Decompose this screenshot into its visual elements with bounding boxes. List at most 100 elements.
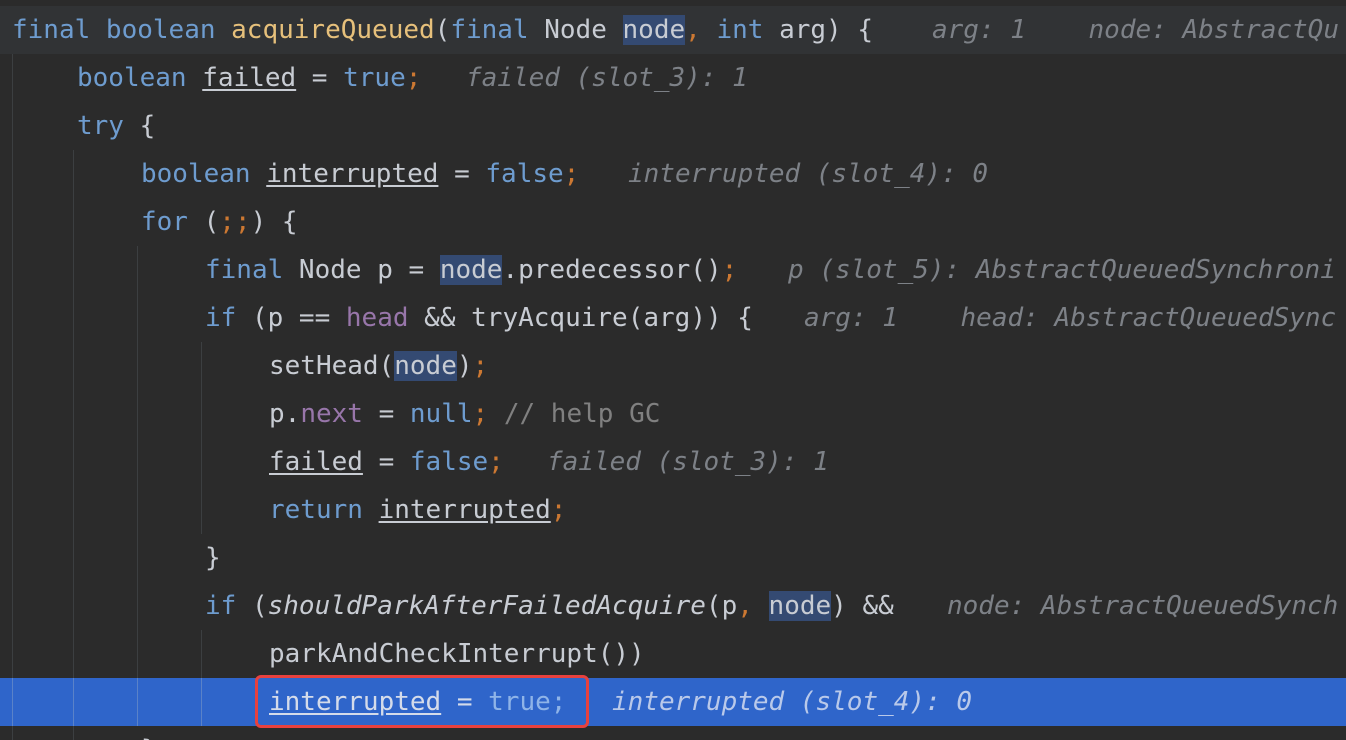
inline-debug-value-hint: p (slot_5): AbstractQueuedSynchroni xyxy=(788,255,1336,285)
code-token: = xyxy=(296,63,344,93)
code-line[interactable]: if (p == head && tryAcquire(arg)) {arg: … xyxy=(0,294,1346,342)
inline-debug-value-hint: interrupted (slot_4): 0 xyxy=(628,159,989,189)
indent-guide xyxy=(12,390,13,438)
indent-guide xyxy=(73,678,74,726)
code-text[interactable]: return interrupted; xyxy=(269,486,566,534)
code-editor[interactable]: final boolean acquireQueued(final Node n… xyxy=(0,0,1346,740)
code-text[interactable]: failed = false; xyxy=(269,438,504,486)
code-token: shouldParkAfterFailedAcquire xyxy=(267,591,706,621)
code-token: boolean xyxy=(105,15,232,45)
code-token: node xyxy=(394,351,457,381)
code-token: Node xyxy=(298,255,378,285)
code-token: ) { xyxy=(826,15,874,45)
code-line[interactable]: p.next = null; // help GC xyxy=(0,390,1346,438)
inline-debug-value-hint: arg: 1 node: AbstractQu xyxy=(932,15,1339,45)
inline-debug-value-hint: interrupted (slot_4): 0 xyxy=(612,687,973,717)
code-token: ;; xyxy=(219,207,251,237)
code-line[interactable]: boolean failed = true; failed (slot_3): 1 xyxy=(0,54,1346,102)
code-token: , xyxy=(685,15,717,45)
indent-guide xyxy=(12,150,13,198)
code-token: arg xyxy=(643,303,691,333)
code-token: ( xyxy=(251,591,268,621)
code-line[interactable]: final boolean acquireQueued(final Node n… xyxy=(0,6,1346,54)
code-token: next xyxy=(300,399,363,429)
code-token: false xyxy=(409,447,489,477)
code-token: , xyxy=(737,591,769,621)
code-line[interactable]: for (;;) { xyxy=(0,198,1346,246)
code-token: ; xyxy=(721,255,738,285)
code-text[interactable]: final boolean acquireQueued(final Node n… xyxy=(12,6,873,54)
code-text[interactable]: try { xyxy=(77,102,155,150)
code-line[interactable]: setHead(node); xyxy=(0,342,1346,390)
code-token: node xyxy=(622,15,686,45)
code-token: = xyxy=(438,159,486,189)
current-execution-line[interactable]: interrupted = true; interrupted (slot_4):… xyxy=(0,678,1346,726)
indent-guide xyxy=(137,582,138,630)
code-token: = xyxy=(392,255,440,285)
indent-guide xyxy=(137,342,138,390)
indent-guide xyxy=(12,438,13,486)
code-text[interactable]: setHead(node); xyxy=(269,342,488,390)
code-token: true xyxy=(488,687,551,717)
code-token: } xyxy=(205,543,221,573)
code-text[interactable]: boolean failed = true; xyxy=(77,54,421,102)
indent-guide xyxy=(12,342,13,390)
indent-guide xyxy=(137,390,138,438)
code-token: . xyxy=(284,399,301,429)
indent-guide xyxy=(73,342,74,390)
code-token: head xyxy=(345,303,409,333)
code-line[interactable]: failed = false; failed (slot_3): 1 xyxy=(0,438,1346,486)
indent-guide xyxy=(12,198,13,246)
code-token: ()) xyxy=(597,639,645,669)
indent-guide xyxy=(12,294,13,342)
code-text[interactable]: parkAndCheckInterrupt()) xyxy=(269,630,645,678)
code-text[interactable]: } xyxy=(141,726,157,740)
code-token: ( xyxy=(705,591,722,621)
indent-guide xyxy=(12,630,13,678)
code-text[interactable]: for (;;) { xyxy=(141,198,298,246)
code-line[interactable]: } xyxy=(0,726,1346,740)
code-text[interactable]: if (p == head && tryAcquire(arg)) { xyxy=(205,294,753,342)
code-token: if xyxy=(205,303,252,333)
code-token: ; xyxy=(472,399,489,429)
code-text[interactable]: p.next = null; // help GC xyxy=(269,390,660,438)
code-token: interrupted xyxy=(378,495,551,525)
indent-guide xyxy=(73,534,74,582)
code-token: ; xyxy=(488,447,504,477)
code-token: = xyxy=(362,447,410,477)
code-text[interactable]: if (shouldParkAfterFailedAcquire(p, node… xyxy=(205,582,894,630)
code-token: = xyxy=(441,687,489,717)
code-line[interactable]: boolean interrupted = false; interrupted … xyxy=(0,150,1346,198)
code-token: node xyxy=(439,255,503,285)
code-token: p xyxy=(377,255,393,285)
code-line[interactable]: try { xyxy=(0,102,1346,150)
code-token: int xyxy=(716,15,780,45)
indent-guide xyxy=(12,102,13,150)
code-line[interactable]: } xyxy=(0,534,1346,582)
code-token: predecessor xyxy=(518,255,691,285)
code-token: ; xyxy=(405,63,422,93)
code-token: = xyxy=(362,399,410,429)
code-token: ( xyxy=(378,351,395,381)
indent-guide xyxy=(73,486,74,534)
code-token: ( xyxy=(434,15,451,45)
code-token: try xyxy=(77,111,140,141)
code-text[interactable]: boolean interrupted = false; xyxy=(141,150,579,198)
code-line[interactable]: final Node p = node.predecessor(); p (slo… xyxy=(0,246,1346,294)
inline-debug-value-hint: node: AbstractQueuedSynch xyxy=(947,591,1339,621)
code-line[interactable]: return interrupted; xyxy=(0,486,1346,534)
code-text[interactable]: } xyxy=(205,534,221,582)
code-token: boolean xyxy=(141,159,267,189)
code-text[interactable]: final Node p = node.predecessor(); xyxy=(205,246,737,294)
code-token: failed xyxy=(202,63,297,93)
inline-debug-value-hint: failed (slot_3): 1 xyxy=(547,447,829,477)
code-line[interactable]: if (shouldParkAfterFailedAcquire(p, node… xyxy=(0,582,1346,630)
indent-guide xyxy=(73,150,74,198)
code-token: == xyxy=(283,303,346,333)
code-line[interactable]: parkAndCheckInterrupt()) xyxy=(0,630,1346,678)
indent-guide xyxy=(73,438,74,486)
indent-guide xyxy=(137,246,138,294)
indent-guide xyxy=(12,582,13,630)
indent-guide xyxy=(137,630,138,678)
code-text[interactable]: interrupted = true; xyxy=(269,678,566,726)
